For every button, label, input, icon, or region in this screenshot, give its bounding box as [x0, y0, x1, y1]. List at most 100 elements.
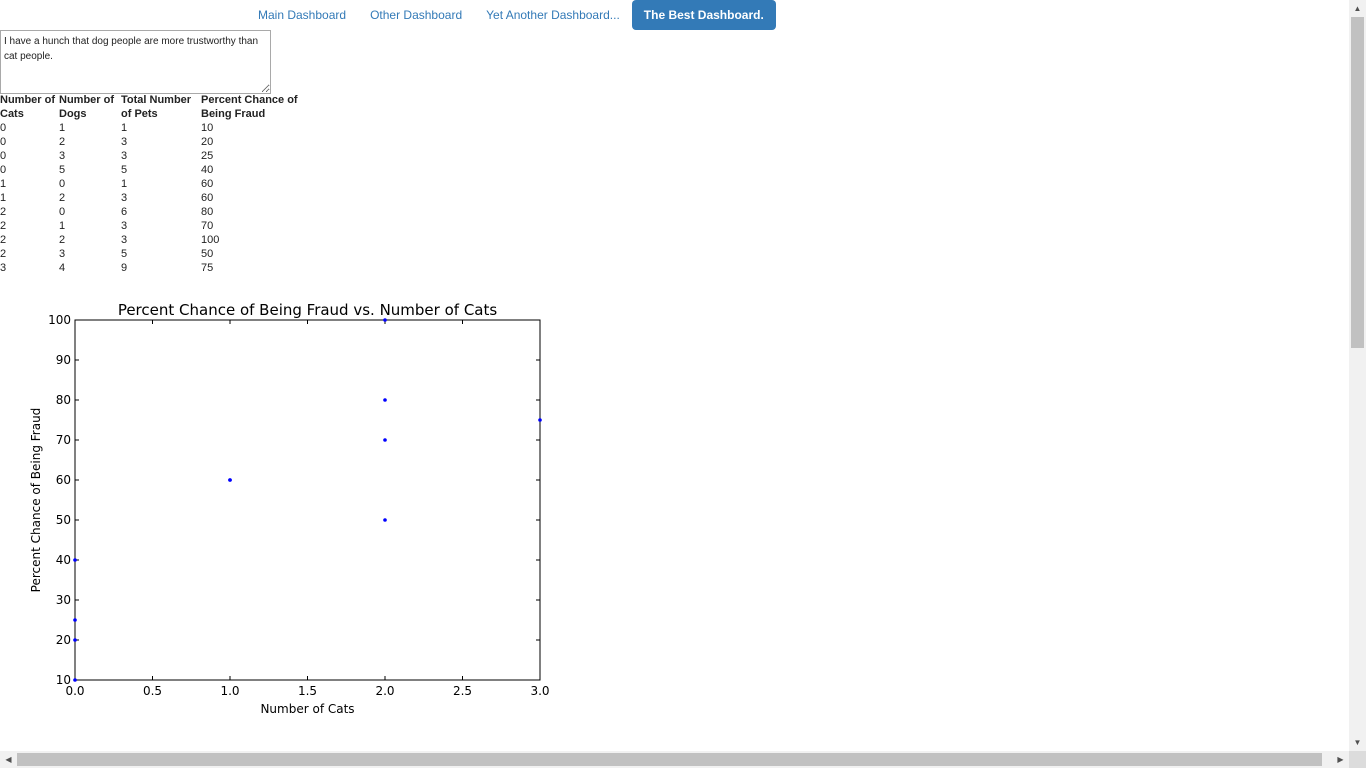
table-row: 0 3 3 25: [0, 149, 311, 163]
x-tick-label: 3.0: [530, 684, 549, 698]
table-cell: 0: [0, 164, 7, 176]
table-cell: 2: [0, 248, 7, 260]
vertical-scroll-thumb[interactable]: [1351, 17, 1364, 348]
table-cell: 2: [0, 234, 7, 246]
x-tick-label: 1.0: [220, 684, 239, 698]
table-row: 3 4 9 75: [0, 261, 311, 275]
data-point: [383, 518, 387, 522]
y-tick-label: 50: [56, 513, 71, 527]
tab-yet-another-dashboard[interactable]: Yet Another Dashboard...: [474, 0, 632, 30]
table-cell: 1: [0, 192, 7, 204]
table-row: 0 1 1 10: [0, 121, 311, 135]
x-tick-label: 1.5: [298, 684, 317, 698]
table-cell: 1: [0, 178, 7, 190]
table-cell: 20: [201, 136, 214, 148]
table-cell: 3: [121, 220, 128, 232]
hunch-textarea[interactable]: I have a hunch that dog people are more …: [0, 30, 271, 94]
table-row: 2 0 6 80: [0, 205, 311, 219]
table-row: 2 3 5 50: [0, 247, 311, 261]
table-body: 0 1 1 10 0 2 3 20 0 3 3 25 0 5 5 40 1 0 1 60 1 2 3 60 2 0 6 80 2 1 3 70…: [0, 121, 311, 275]
table-cell: 5: [59, 164, 66, 176]
table-cell: 100: [201, 234, 220, 246]
y-tick-label: 100: [48, 313, 71, 327]
table-cell: 3: [121, 192, 128, 204]
table-cell: 2: [0, 206, 7, 218]
table-cell: 70: [201, 220, 214, 232]
table-cell: 9: [121, 262, 128, 274]
tab-best-dashboard[interactable]: The Best Dashboard.: [631, 0, 776, 30]
table-cell: 5: [121, 164, 128, 176]
table-cell: 40: [201, 164, 214, 176]
y-tick-label: 40: [56, 553, 71, 567]
y-tick-label: 90: [56, 353, 71, 367]
table-cell: 3: [59, 248, 66, 260]
table-cell: 60: [201, 192, 214, 204]
table-cell: 1: [121, 178, 128, 190]
table-cell: 60: [201, 178, 214, 190]
table-cell: 3: [121, 136, 128, 148]
x-tick-label: 0.5: [143, 684, 162, 698]
table-cell: 2: [59, 136, 66, 148]
scroll-down-arrow-icon[interactable]: ▼: [1349, 734, 1366, 751]
tab-other-dashboard[interactable]: Other Dashboard: [358, 0, 474, 30]
table-row: 2 2 3 100: [0, 233, 311, 247]
table-cell: 25: [201, 150, 214, 162]
data-point: [73, 678, 77, 682]
table-cell: 80: [201, 206, 214, 218]
data-point: [73, 558, 77, 562]
table-row: 2 1 3 70: [0, 219, 311, 233]
data-point: [383, 318, 387, 322]
table-cell: 3: [121, 150, 128, 162]
data-point: [228, 478, 232, 482]
scroll-up-arrow-icon[interactable]: ▲: [1349, 0, 1366, 17]
table-cell: 2: [0, 220, 7, 232]
scrollbar-corner: [1349, 751, 1366, 768]
table-cell: 0: [59, 178, 66, 190]
data-point: [73, 638, 77, 642]
table-cell: 50: [201, 248, 214, 260]
data-point: [538, 418, 542, 422]
x-tick-label: 2.5: [453, 684, 472, 698]
y-tick-label: 20: [56, 633, 71, 647]
table-cell: 1: [121, 122, 128, 134]
vertical-scrollbar[interactable]: ▲ ▼: [1349, 0, 1366, 751]
chart-title: Percent Chance of Being Fraud vs. Number…: [118, 301, 498, 319]
header-total-number-of-pets: Total Number of Pets: [121, 94, 192, 120]
table-cell: 6: [121, 206, 128, 218]
table-cell: 75: [201, 262, 214, 274]
table-row: 1 0 1 60: [0, 177, 311, 191]
table-cell: 5: [121, 248, 128, 260]
pets-data-table: Number of Cats Number of Dogs Total Numb…: [0, 93, 311, 275]
data-point: [383, 438, 387, 442]
scroll-right-arrow-icon[interactable]: ▶: [1332, 751, 1349, 768]
x-tick-label: 2.0: [375, 684, 394, 698]
table-cell: 4: [59, 262, 66, 274]
table-cell: 10: [201, 122, 214, 134]
header-number-of-cats: Number of Cats: [0, 94, 55, 120]
y-tick-label: 10: [56, 673, 71, 687]
y-tick-label: 70: [56, 433, 71, 447]
table-cell: 1: [59, 122, 66, 134]
horizontal-scrollbar[interactable]: ◀ ▶: [0, 751, 1349, 768]
table-row: 0 2 3 20: [0, 135, 311, 149]
scroll-left-arrow-icon[interactable]: ◀: [0, 751, 17, 768]
header-number-of-dogs: Number of Dogs: [59, 94, 114, 120]
horizontal-scroll-thumb[interactable]: [17, 753, 1322, 766]
y-tick-label: 80: [56, 393, 71, 407]
table-cell: 1: [59, 220, 66, 232]
table-cell: 0: [0, 122, 7, 134]
table-header-row: Number of Cats Number of Dogs Total Numb…: [0, 93, 311, 121]
tab-main-dashboard[interactable]: Main Dashboard: [246, 0, 358, 30]
table-cell: 3: [59, 150, 66, 162]
table-cell: 3: [0, 262, 7, 274]
table-cell: 3: [121, 234, 128, 246]
data-point: [73, 618, 77, 622]
table-cell: 0: [0, 136, 7, 148]
table-cell: 0: [0, 150, 7, 162]
y-axis-label: Percent Chance of Being Fraud: [29, 408, 43, 593]
dashboard-nav: Main Dashboard Other Dashboard Yet Anoth…: [246, 0, 776, 30]
y-tick-label: 30: [56, 593, 71, 607]
table-row: 1 2 3 60: [0, 191, 311, 205]
table-cell: 2: [59, 234, 66, 246]
y-tick-label: 60: [56, 473, 71, 487]
